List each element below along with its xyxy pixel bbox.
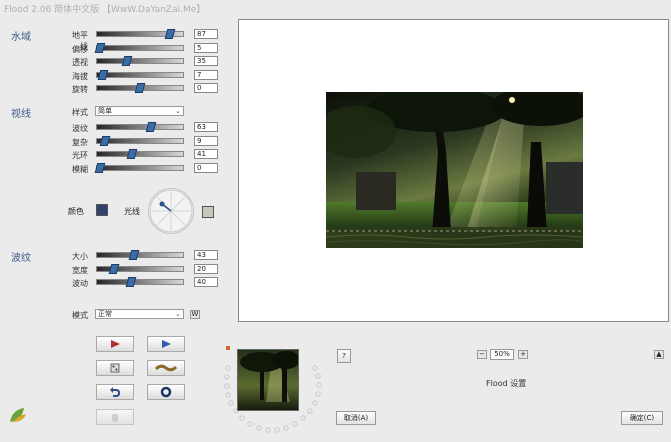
- hand-icon: [112, 414, 118, 422]
- rotation-value[interactable]: 0: [194, 83, 218, 93]
- fluctuation-slider-thumb[interactable]: [126, 277, 137, 287]
- color-label: 颜色: [68, 207, 84, 216]
- wave-slider-thumb[interactable]: [145, 122, 157, 132]
- light-label: 光线: [124, 207, 140, 216]
- style-label: 样式: [72, 108, 88, 117]
- thumbnail-image: [238, 350, 298, 410]
- leaf-logo-icon: [10, 408, 26, 422]
- wave-label: 波纹: [72, 124, 88, 133]
- perspective-slider[interactable]: [96, 56, 184, 66]
- play-button[interactable]: [96, 336, 134, 352]
- mode-select[interactable]: 正常 ⌄: [95, 309, 184, 319]
- complexity-label: 复杂: [72, 138, 88, 147]
- scroll-top-button[interactable]: ▲: [654, 350, 664, 359]
- undo-button[interactable]: [96, 384, 134, 400]
- random-button[interactable]: [96, 360, 134, 376]
- mode-select-value: 正常: [98, 310, 112, 318]
- fluctuation-slider[interactable]: [96, 277, 184, 287]
- offset-slider-thumb[interactable]: [94, 43, 105, 53]
- chevron-down-icon: ⌄: [175, 310, 181, 318]
- hand-button[interactable]: [96, 409, 134, 425]
- play-preview-button[interactable]: [147, 336, 185, 352]
- ripple-section-label: 波纹: [11, 253, 31, 264]
- altitude-value[interactable]: 7: [194, 70, 218, 80]
- halo-value[interactable]: 41: [194, 149, 218, 159]
- complexity-value[interactable]: 9: [194, 136, 218, 146]
- blur-value[interactable]: 0: [194, 163, 218, 173]
- complexity-slider-thumb[interactable]: [99, 136, 111, 146]
- help-button[interactable]: ?: [337, 349, 351, 363]
- horizon-slider[interactable]: [96, 29, 184, 39]
- color-swatch[interactable]: [96, 204, 108, 216]
- style-select-value: 简单: [98, 107, 112, 115]
- ring-button[interactable]: [147, 384, 185, 400]
- cancel-button[interactable]: 取消(A): [336, 411, 376, 425]
- light-direction-dial[interactable]: [148, 188, 194, 234]
- wave-slider[interactable]: [96, 122, 184, 132]
- mode-extra-button[interactable]: W: [190, 310, 200, 319]
- halo-slider-thumb[interactable]: [126, 149, 138, 159]
- play-icon: [111, 340, 120, 348]
- blur-label: 模糊: [72, 165, 88, 174]
- size-slider[interactable]: [96, 250, 184, 260]
- blur-slider[interactable]: [94, 163, 184, 173]
- halo-slider[interactable]: [96, 149, 184, 159]
- halo-label: 光环: [72, 151, 88, 160]
- ok-button[interactable]: 确定(C): [621, 411, 663, 425]
- wave-value[interactable]: 63: [194, 122, 218, 132]
- dial-graphic: [149, 189, 193, 233]
- plugin-settings-label: Flood 设置: [486, 379, 527, 388]
- play-preview-icon: [162, 340, 171, 348]
- size-value[interactable]: 43: [194, 250, 218, 260]
- size-label: 大小: [72, 252, 88, 261]
- rotation-slider[interactable]: [96, 83, 184, 93]
- perspective-slider-thumb[interactable]: [121, 56, 133, 66]
- light-swatch[interactable]: [202, 206, 214, 218]
- dice-icon: [110, 363, 120, 373]
- size-slider-thumb[interactable]: [128, 250, 140, 260]
- fluctuation-label: 波动: [72, 279, 88, 288]
- horizon-value[interactable]: 87: [194, 29, 218, 39]
- ring-icon: [160, 386, 172, 398]
- wave-icon: [155, 364, 177, 372]
- width-slider[interactable]: [96, 264, 184, 274]
- fluctuation-value[interactable]: 40: [194, 277, 218, 287]
- chevron-down-icon: ⌄: [175, 107, 181, 115]
- horizon-slider-thumb[interactable]: [164, 29, 176, 39]
- rotation-slider-thumb[interactable]: [134, 83, 146, 93]
- offset-label: 偏移: [72, 45, 88, 54]
- offset-value[interactable]: 5: [194, 43, 218, 53]
- altitude-slider[interactable]: [96, 70, 184, 80]
- perspective-value[interactable]: 35: [194, 56, 218, 66]
- style-select[interactable]: 简单 ⌄: [95, 106, 184, 116]
- zoom-out-button[interactable]: −: [477, 350, 487, 359]
- width-slider-thumb[interactable]: [108, 264, 120, 274]
- forest-scene: [326, 92, 583, 248]
- altitude-label: 海拔: [72, 72, 88, 81]
- view-section-label: 视线: [11, 109, 31, 120]
- dial-handle: [159, 201, 165, 207]
- blur-slider-thumb[interactable]: [94, 163, 105, 173]
- window-title: Flood 2.06 简体中文版 【WwW.DaYanZai.Me】: [4, 5, 206, 15]
- perspective-label: 透视: [72, 58, 88, 67]
- zoom-level[interactable]: 50%: [490, 349, 514, 360]
- rotation-label: 旋转: [72, 85, 88, 94]
- wave-preset-button[interactable]: [147, 360, 185, 376]
- complexity-slider[interactable]: [96, 136, 184, 146]
- width-value[interactable]: 20: [194, 264, 218, 274]
- preview-canvas[interactable]: [238, 19, 669, 322]
- altitude-slider-thumb[interactable]: [97, 70, 109, 80]
- undo-icon: [110, 387, 121, 397]
- width-label: 宽度: [72, 266, 88, 275]
- offset-slider[interactable]: [94, 43, 184, 53]
- zoom-in-button[interactable]: +: [518, 350, 528, 359]
- mode-label: 模式: [72, 311, 88, 320]
- app-logo: [8, 406, 28, 424]
- navigator-thumbnail[interactable]: [237, 349, 299, 411]
- water-section-label: 水域: [11, 32, 31, 43]
- preview-image: [326, 92, 583, 248]
